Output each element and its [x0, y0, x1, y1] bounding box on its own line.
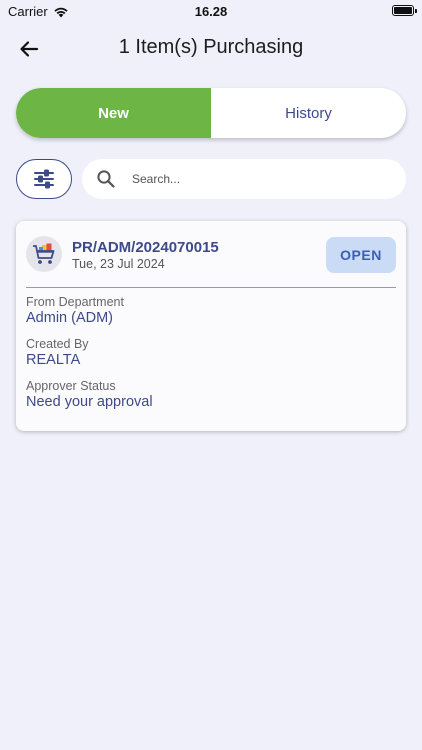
approver-status-value: Need your approval — [26, 394, 153, 410]
created-by-value: REALTA — [26, 352, 81, 368]
tab-new[interactable]: New — [16, 88, 211, 138]
card-divider — [26, 287, 396, 288]
sliders-icon — [34, 169, 54, 189]
approver-status-label: Approver Status — [26, 379, 116, 393]
purchase-request-card[interactable]: PR/ADM/2024070015 Tue, 23 Jul 2024 OPEN … — [16, 221, 406, 431]
search-input[interactable] — [130, 171, 374, 187]
department-label: From Department — [26, 295, 124, 309]
pr-date: Tue, 23 Jul 2024 — [72, 257, 165, 271]
search-bar — [82, 159, 406, 199]
search-icon — [97, 170, 115, 188]
shopping-cart-icon — [33, 243, 55, 264]
tab-history[interactable]: History — [211, 88, 406, 138]
created-by-label: Created By — [26, 337, 89, 351]
page-title: 1 Item(s) Purchasing — [118, 36, 304, 58]
battery-icon — [392, 5, 417, 16]
card-avatar — [26, 236, 62, 272]
status-time: 16.28 — [194, 4, 228, 19]
status-bar: Carrier 16.28 — [0, 0, 422, 22]
filter-button[interactable] — [16, 159, 72, 199]
tab-bar: New History — [16, 88, 406, 138]
status-badge: OPEN — [326, 237, 396, 273]
department-value: Admin (ADM) — [26, 310, 114, 326]
pr-number: PR/ADM/2024070015 — [72, 239, 219, 256]
